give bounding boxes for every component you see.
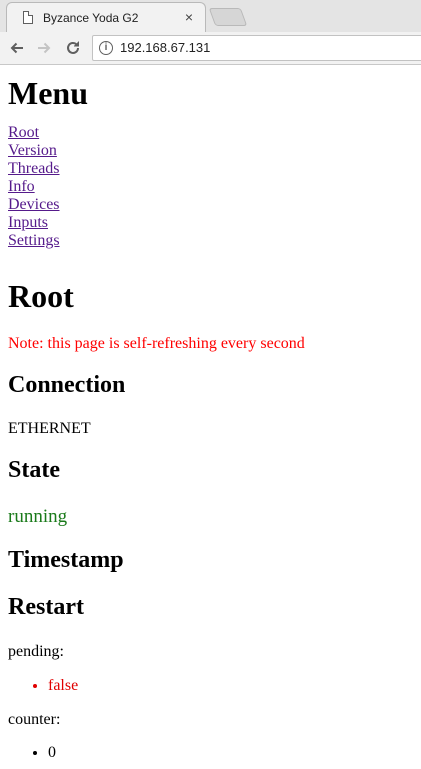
menu-link-threads[interactable]: Threads [8, 160, 413, 178]
page-content: Menu Root Version Threads Info Devices I… [8, 64, 413, 250]
menu-link-root[interactable]: Root [8, 124, 413, 142]
close-tab-icon[interactable]: × [181, 9, 197, 25]
forward-button[interactable] [32, 36, 56, 60]
connection-value: ETHERNET [8, 420, 91, 437]
root-heading: Root [8, 278, 74, 314]
menu-links: Root Version Threads Info Devices Inputs… [8, 124, 413, 250]
menu-link-devices[interactable]: Devices [8, 196, 413, 214]
new-tab-button[interactable] [208, 8, 248, 26]
counter-list: 0 [8, 744, 56, 762]
restart-heading: Restart [8, 594, 84, 620]
menu-link-settings[interactable]: Settings [8, 232, 413, 250]
address-bar[interactable]: i 192.168.67.131 [92, 35, 421, 61]
url-text[interactable]: 192.168.67.131 [120, 40, 210, 55]
arrow-left-icon [10, 42, 23, 54]
state-value: running [8, 506, 68, 527]
menu-link-version[interactable]: Version [8, 142, 413, 160]
page-icon [23, 11, 33, 24]
state-heading: State [8, 457, 60, 483]
counter-value: 0 [48, 744, 56, 762]
connection-heading: Connection [8, 372, 126, 398]
browser-tab[interactable]: Byzance Yoda G2 × [6, 2, 206, 32]
timestamp-heading: Timestamp [8, 547, 124, 573]
browser-chrome: Byzance Yoda G2 × i 192.168.67.131 [0, 0, 421, 65]
menu-heading: Menu [8, 75, 88, 111]
tab-strip: Byzance Yoda G2 × [0, 0, 421, 32]
reload-icon [67, 41, 79, 54]
counter-label: counter: [8, 711, 61, 728]
refresh-note: Note: this page is self-refreshing every… [8, 335, 305, 352]
reload-button[interactable] [61, 36, 85, 60]
arrow-right-icon [38, 42, 51, 54]
menu-link-info[interactable]: Info [8, 178, 413, 196]
info-icon[interactable]: i [99, 41, 113, 55]
pending-label: pending: [8, 643, 64, 660]
back-button[interactable] [5, 36, 29, 60]
tab-title: Byzance Yoda G2 [43, 11, 139, 25]
pending-value: false [48, 677, 78, 695]
menu-link-inputs[interactable]: Inputs [8, 214, 413, 232]
pending-list: false [8, 677, 78, 695]
browser-toolbar: i 192.168.67.131 [0, 32, 421, 64]
